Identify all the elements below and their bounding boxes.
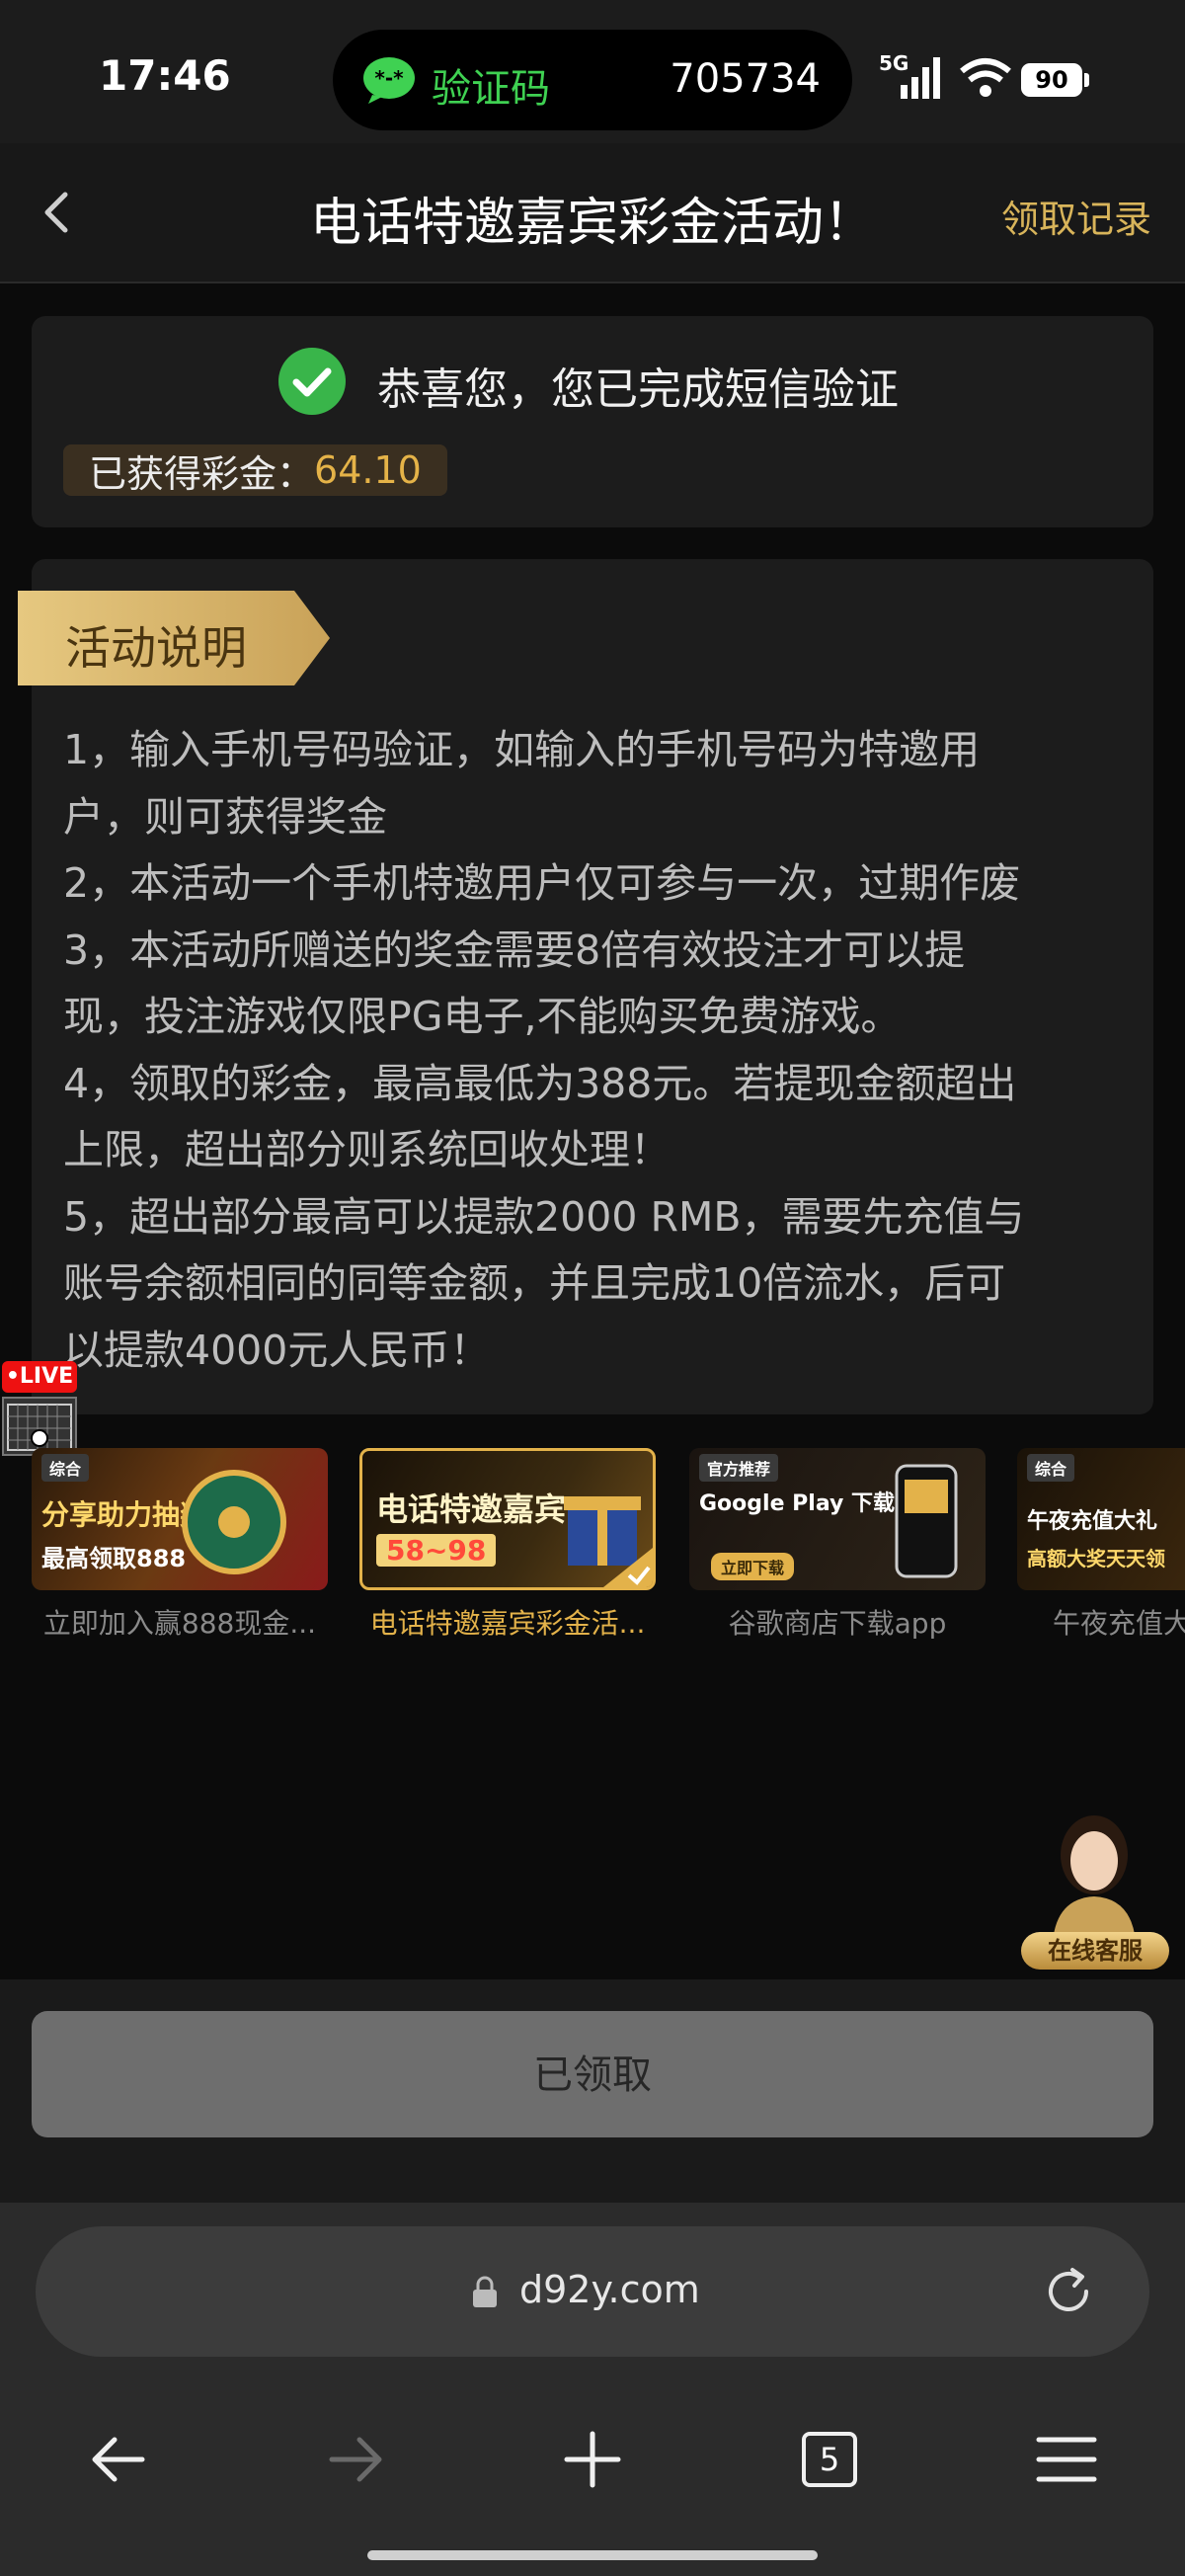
home-indicator[interactable]: [367, 2550, 818, 2560]
back-arrow-icon[interactable]: [83, 2424, 154, 2495]
island-label: 验证码: [432, 66, 550, 112]
promo-subline: 最高领取888: [41, 1545, 187, 1572]
promo-subline: 58~98: [376, 1534, 497, 1567]
phone-icon: [895, 1464, 958, 1578]
promo-headline: 午夜充值大礼: [1027, 1509, 1158, 1534]
status-time: 17:46: [99, 51, 231, 100]
promo-card[interactable]: 综合 午夜充值大礼 高额大奖天天领 午夜充值大礼包: [1017, 1448, 1185, 1642]
bonus-label: 已获得彩金：: [89, 451, 315, 496]
activity-description-card: 活动说明 1，输入手机号码验证，如输入的手机号码为特邀用 户，则可获得奖金 2，…: [18, 559, 1153, 1414]
status-bar: 17:46 *-* 验证码 705734 5G 90: [0, 0, 1185, 143]
verification-code: 705734: [670, 56, 821, 102]
description-line: 1，输入手机号码验证，如输入的手机号码为特邀用: [63, 726, 981, 773]
promo-caption: 立即加入赢888现金...: [42, 1607, 317, 1640]
promo-headline: Google Play 下载: [699, 1491, 895, 1516]
description-line: 5，超出部分最高可以提款2000 RMB，需要先充值与: [63, 1192, 1025, 1241]
bonus-value: 64.10: [314, 448, 422, 492]
description-line: 上限，超出部分则系统回收处理！: [63, 1126, 671, 1173]
prize-wheel-icon: [182, 1470, 286, 1574]
description-line: 账号余额相同的同等金额，并且完成10倍流水，后可: [63, 1259, 1006, 1307]
promo-thumbnail: 官方推荐 Google Play 下载 立即下载: [689, 1448, 986, 1590]
promo-headline: 电话特邀嘉宾: [376, 1490, 567, 1528]
promo-caption: 谷歌商店下载app: [728, 1607, 947, 1640]
customer-service-widget[interactable]: 在线客服: [1017, 1804, 1171, 1970]
promo-tag: 综合: [1027, 1454, 1075, 1482]
verification-success-card: 恭喜您，您已完成短信验证 已获得彩金： 64.10: [32, 316, 1153, 527]
live-badge[interactable]: •LIVE: [2, 1361, 77, 1393]
description-line: 2，本活动一个手机特邀用户仅可参与一次，过期作废: [63, 859, 1021, 907]
action-area: 已领取: [0, 1979, 1185, 2203]
battery-tip: [1084, 73, 1089, 87]
promo-thumbnail: 综合 午夜充值大礼 高额大奖天天领: [1017, 1448, 1185, 1590]
tab-count: 5: [819, 2441, 840, 2478]
system-icons: 5G 90: [879, 51, 1106, 103]
description-ribbon: 活动说明: [18, 591, 330, 685]
new-tab-plus-icon[interactable]: [557, 2424, 628, 2495]
description-line: 3，本活动所赠送的奖金需要8倍有效投注才可以提: [63, 926, 966, 974]
promo-carousel[interactable]: 综合 分享助力抽奖 最高领取888 立即加入赢888现金... 电话特邀嘉宾 5…: [0, 1444, 1185, 1661]
promo-thumbnail: 电话特邀嘉宾 58~98: [359, 1448, 656, 1590]
claim-records-link[interactable]: 领取记录: [1001, 189, 1151, 243]
description-line: 户，则可获得奖金: [63, 792, 387, 841]
description-body: 1，输入手机号码验证，如输入的手机号码为特邀用 户，则可获得奖金 2，本活动一个…: [63, 717, 1140, 1384]
tabs-button[interactable]: 5: [794, 2424, 865, 2495]
dynamic-island-notification[interactable]: *-* 验证码 705734: [333, 30, 852, 130]
description-line: 现，投注游戏仅限PG电子,不能购买免费游戏。: [63, 993, 902, 1040]
promo-tag: 综合: [41, 1454, 90, 1482]
success-message: 恭喜您，您已完成短信验证: [377, 364, 899, 415]
promo-subline: 高额大奖天天领: [1027, 1547, 1165, 1570]
url-text: d92y.com: [519, 2268, 700, 2311]
promo-card-selected[interactable]: 电话特邀嘉宾 58~98 电话特邀嘉宾彩金活...: [359, 1448, 656, 1642]
promo-card[interactable]: 综合 分享助力抽奖 最高领取888 立即加入赢888现金...: [32, 1448, 328, 1642]
promo-card[interactable]: 官方推荐 Google Play 下载 立即下载 谷歌商店下载app: [689, 1448, 986, 1642]
description-line: 4，领取的彩金，最高最低为388元。若提现金额超出: [63, 1059, 1017, 1107]
lock-icon: [473, 2276, 497, 2307]
check-circle-icon: [278, 348, 346, 415]
promo-caption: 午夜充值大礼包: [1053, 1607, 1185, 1640]
message-icon: *-*: [363, 57, 415, 104]
promo-tag: 官方推荐: [699, 1454, 779, 1482]
signal-icon: [901, 57, 940, 99]
description-line: 以提款4000元人民币！: [63, 1326, 491, 1374]
selected-check-icon: [603, 1548, 653, 1587]
address-bar[interactable]: d92y.com: [36, 2226, 1149, 2357]
agent-avatar-icon: [1053, 1815, 1136, 1942]
browser-toolbar: d92y.com 5: [0, 2203, 1185, 2576]
promo-subline: 立即下载: [711, 1553, 795, 1580]
app-header: 电话特邀嘉宾彩金活动！ 领取记录: [0, 143, 1185, 283]
promo-thumbnail: 综合 分享助力抽奖 最高领取888: [32, 1448, 328, 1590]
promo-caption: 电话特邀嘉宾彩金活...: [369, 1607, 646, 1640]
reload-icon[interactable]: [1039, 2262, 1098, 2321]
forward-arrow-icon[interactable]: [320, 2424, 391, 2495]
bonus-badge: 已获得彩金： 64.10: [63, 444, 447, 496]
menu-icon[interactable]: [1031, 2424, 1102, 2495]
wifi-icon: [960, 58, 1011, 97]
battery-level: 90: [1021, 63, 1082, 97]
svg-text:*-*: *-*: [374, 66, 404, 90]
customer-service-label: 在线客服: [1021, 1932, 1169, 1970]
claimed-button[interactable]: 已领取: [32, 2011, 1153, 2137]
description-title: 活动说明: [65, 621, 247, 675]
